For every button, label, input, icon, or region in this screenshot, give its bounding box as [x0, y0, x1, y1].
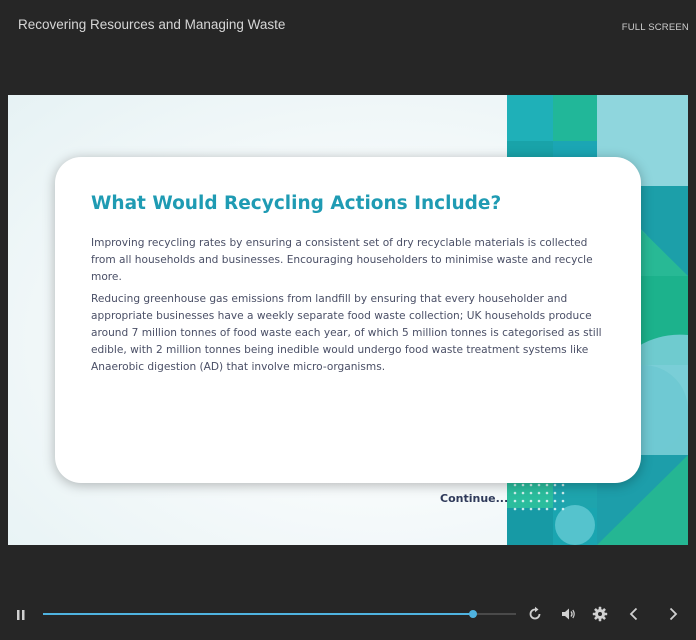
progress-handle[interactable]	[469, 610, 478, 618]
slide-canvas: What Would Recycling Actions Include? Im…	[8, 95, 688, 545]
continue-link[interactable]: Continue...	[440, 492, 508, 505]
paragraph-recycling-rates: Improving recycling rates by ensuring a …	[91, 237, 593, 283]
course-title: Recovering Resources and Managing Waste	[18, 17, 286, 32]
volume-icon[interactable]	[560, 606, 576, 626]
fullscreen-button[interactable]: FULL SCREEN	[622, 22, 689, 33]
replay-icon[interactable]	[527, 606, 543, 626]
next-icon[interactable]	[666, 606, 680, 626]
pause-icon[interactable]	[15, 607, 27, 626]
player-controls	[0, 596, 696, 632]
slide-title: What Would Recycling Actions Include?	[91, 193, 502, 214]
player-header: Recovering Resources and Managing Waste …	[0, 0, 696, 52]
content-card: What Would Recycling Actions Include? Im…	[55, 157, 641, 483]
progress-fill	[43, 613, 474, 615]
paragraph-food-waste: Reducing greenhouse gas emissions from l…	[91, 293, 602, 373]
settings-icon[interactable]	[592, 606, 608, 626]
previous-icon[interactable]	[627, 606, 641, 626]
progress-bar[interactable]	[43, 610, 516, 618]
